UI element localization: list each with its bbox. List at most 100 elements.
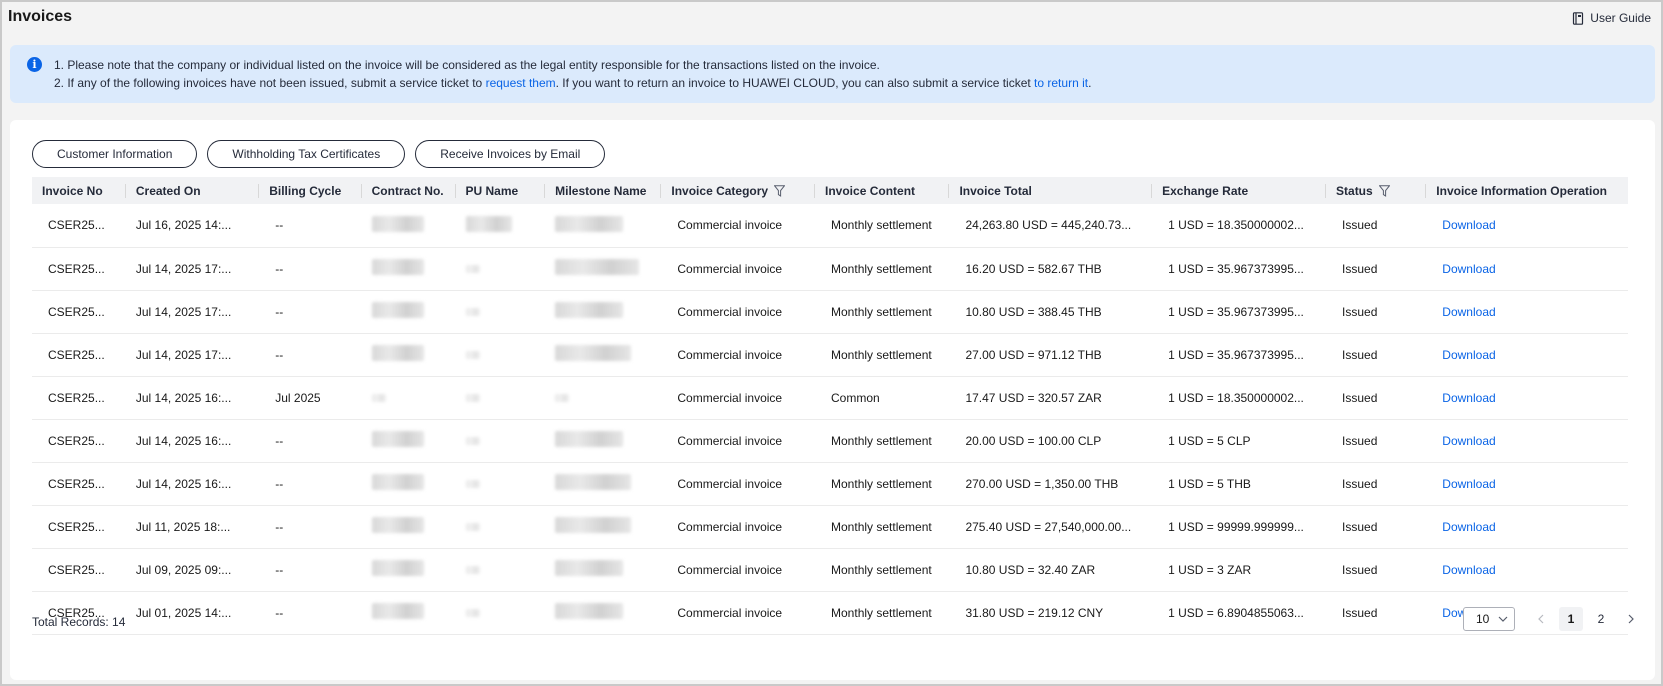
redacted-value (465, 608, 480, 617)
billing-cycle-cell: -- (259, 419, 362, 463)
col-exchange-rate: Exchange Rate (1152, 177, 1327, 204)
page-title: Invoices (8, 8, 73, 25)
withholding-tax-certificates-button[interactable]: Withholding Tax Certificates (207, 140, 406, 168)
operation-cell: Download (1426, 505, 1628, 549)
receive-invoices-by-email-button[interactable]: Receive Invoices by Email (415, 140, 606, 168)
notice-text: . If you want to return an invoice to HU… (555, 76, 1035, 90)
invoice-total-cell: 27.00 USD = 971.12 THB (949, 333, 1153, 377)
invoice-category-cell: Commercial invoice (661, 462, 816, 506)
download-link[interactable]: Download (1442, 391, 1495, 405)
download-link[interactable]: Download (1442, 477, 1495, 491)
redacted-value (371, 393, 386, 402)
created-on-cell: Jul 11, 2025 18:... (125, 505, 260, 549)
exchange-rate-cell: 1 USD = 18.350000002... (1152, 376, 1327, 420)
redacted-value (465, 522, 480, 531)
invoice-total-cell: 24,263.80 USD = 445,240.73... (949, 204, 1153, 248)
page-1-button[interactable]: 1 (1559, 607, 1583, 631)
invoice-total-cell: 20.00 USD = 100.00 CLP (949, 419, 1153, 463)
created-on-cell: Jul 16, 2025 14:... (125, 204, 260, 248)
billing-cycle-cell: -- (259, 247, 362, 291)
col-status-label: Status (1336, 183, 1373, 198)
table-row: CSER25... Jul 14, 2025 17:... -- Commercial… (32, 290, 1628, 334)
milestone-name-cell (545, 548, 662, 592)
col-invoice-content: Invoice Content (815, 177, 950, 204)
pagination: 10 1 2 (1463, 607, 1643, 631)
exchange-rate-cell: 1 USD = 35.967373995... (1152, 290, 1327, 334)
invoice-category-cell: Commercial invoice (661, 505, 816, 549)
return-it-link[interactable]: to return it (1034, 76, 1088, 90)
pu-name-cell (455, 419, 546, 463)
download-link[interactable]: Download (1442, 262, 1495, 276)
invoice-content-cell: Monthly settlement (815, 333, 950, 377)
invoice-category-cell: Commercial invoice (661, 548, 816, 592)
table-row: CSER25... Jul 14, 2025 17:... -- Commercial… (32, 333, 1628, 377)
operation-cell: Download (1426, 204, 1628, 248)
col-pu-name: PU Name (455, 177, 546, 204)
filter-icon[interactable] (774, 185, 786, 198)
milestone-name-cell (545, 204, 662, 248)
invoice-category-cell: Commercial invoice (661, 376, 816, 420)
contract-no-cell (361, 462, 456, 506)
invoice-content-cell: Common (815, 376, 950, 420)
operation-cell: Download (1426, 333, 1628, 377)
next-page-button[interactable] (1619, 607, 1643, 631)
table-row: CSER25... Jul 14, 2025 17:... -- Commercial… (32, 247, 1628, 291)
invoice-total-cell: 31.80 USD = 219.12 CNY (949, 591, 1153, 635)
status-cell: Issued (1326, 548, 1427, 592)
milestone-name-cell (545, 462, 662, 506)
redacted-value (555, 302, 624, 318)
table-row: CSER25... Jul 09, 2025 09:... -- Commercial… (32, 548, 1628, 592)
contract-no-cell (361, 419, 456, 463)
invoice-no-cell: CSER25... (32, 462, 126, 506)
created-on-cell: Jul 14, 2025 16:... (125, 419, 260, 463)
user-guide-link[interactable]: User Guide (1572, 11, 1651, 25)
redacted-value (371, 603, 424, 619)
invoice-total-cell: 16.20 USD = 582.67 THB (949, 247, 1153, 291)
created-on-cell: Jul 14, 2025 17:... (125, 333, 260, 377)
user-guide-label[interactable]: User Guide (1590, 11, 1651, 25)
redacted-value (371, 215, 424, 232)
billing-cycle-cell: -- (259, 591, 362, 635)
customer-information-button[interactable]: Customer Information (32, 140, 198, 168)
request-them-link[interactable]: request them (486, 76, 556, 90)
contract-no-cell (361, 290, 456, 334)
redacted-value (555, 474, 632, 490)
col-milestone-name: Milestone Name (545, 177, 662, 204)
invoice-content-cell: Monthly settlement (815, 204, 950, 248)
download-link[interactable]: Download (1442, 520, 1495, 534)
download-link[interactable]: Download (1442, 218, 1495, 232)
status-cell: Issued (1326, 462, 1427, 506)
contract-no-cell (361, 333, 456, 377)
chevron-down-icon (1498, 616, 1508, 622)
invoice-total-cell: 10.80 USD = 388.45 THB (949, 290, 1153, 334)
billing-cycle-cell: -- (259, 204, 362, 248)
redacted-value (371, 259, 424, 275)
redacted-value (555, 517, 632, 533)
download-link[interactable]: Download (1442, 305, 1495, 319)
prev-page-button[interactable] (1529, 607, 1553, 631)
redacted-value (371, 345, 424, 361)
download-link[interactable]: Download (1442, 563, 1495, 577)
status-cell: Issued (1326, 376, 1427, 420)
pu-name-cell (455, 376, 546, 420)
invoice-category-cell: Commercial invoice (661, 204, 816, 248)
billing-cycle-cell: -- (259, 548, 362, 592)
page-2-button[interactable]: 2 (1589, 607, 1613, 631)
info-icon: i (27, 57, 42, 72)
operation-cell: Download (1426, 376, 1628, 420)
filter-icon[interactable] (1378, 185, 1390, 198)
invoice-no-cell: CSER25... (32, 419, 126, 463)
download-link[interactable]: Download (1442, 348, 1495, 362)
milestone-name-cell (545, 333, 662, 377)
created-on-cell: Jul 14, 2025 17:... (125, 247, 260, 291)
table-row: CSER25... Jul 01, 2025 14:... -- Commercial… (32, 591, 1628, 635)
notice-text: 2. If any of the following invoices have… (54, 76, 486, 90)
download-link[interactable]: Download (1442, 434, 1495, 448)
pu-name-cell (455, 462, 546, 506)
invoices-page: Invoices User Guide i 1. Please note tha… (0, 0, 1663, 686)
invoice-content-cell: Monthly settlement (815, 505, 950, 549)
page-header: Invoices User Guide (8, 8, 1651, 34)
contract-no-cell (361, 548, 456, 592)
page-size-select[interactable]: 10 (1463, 607, 1515, 631)
notice-text: . (1088, 76, 1092, 90)
